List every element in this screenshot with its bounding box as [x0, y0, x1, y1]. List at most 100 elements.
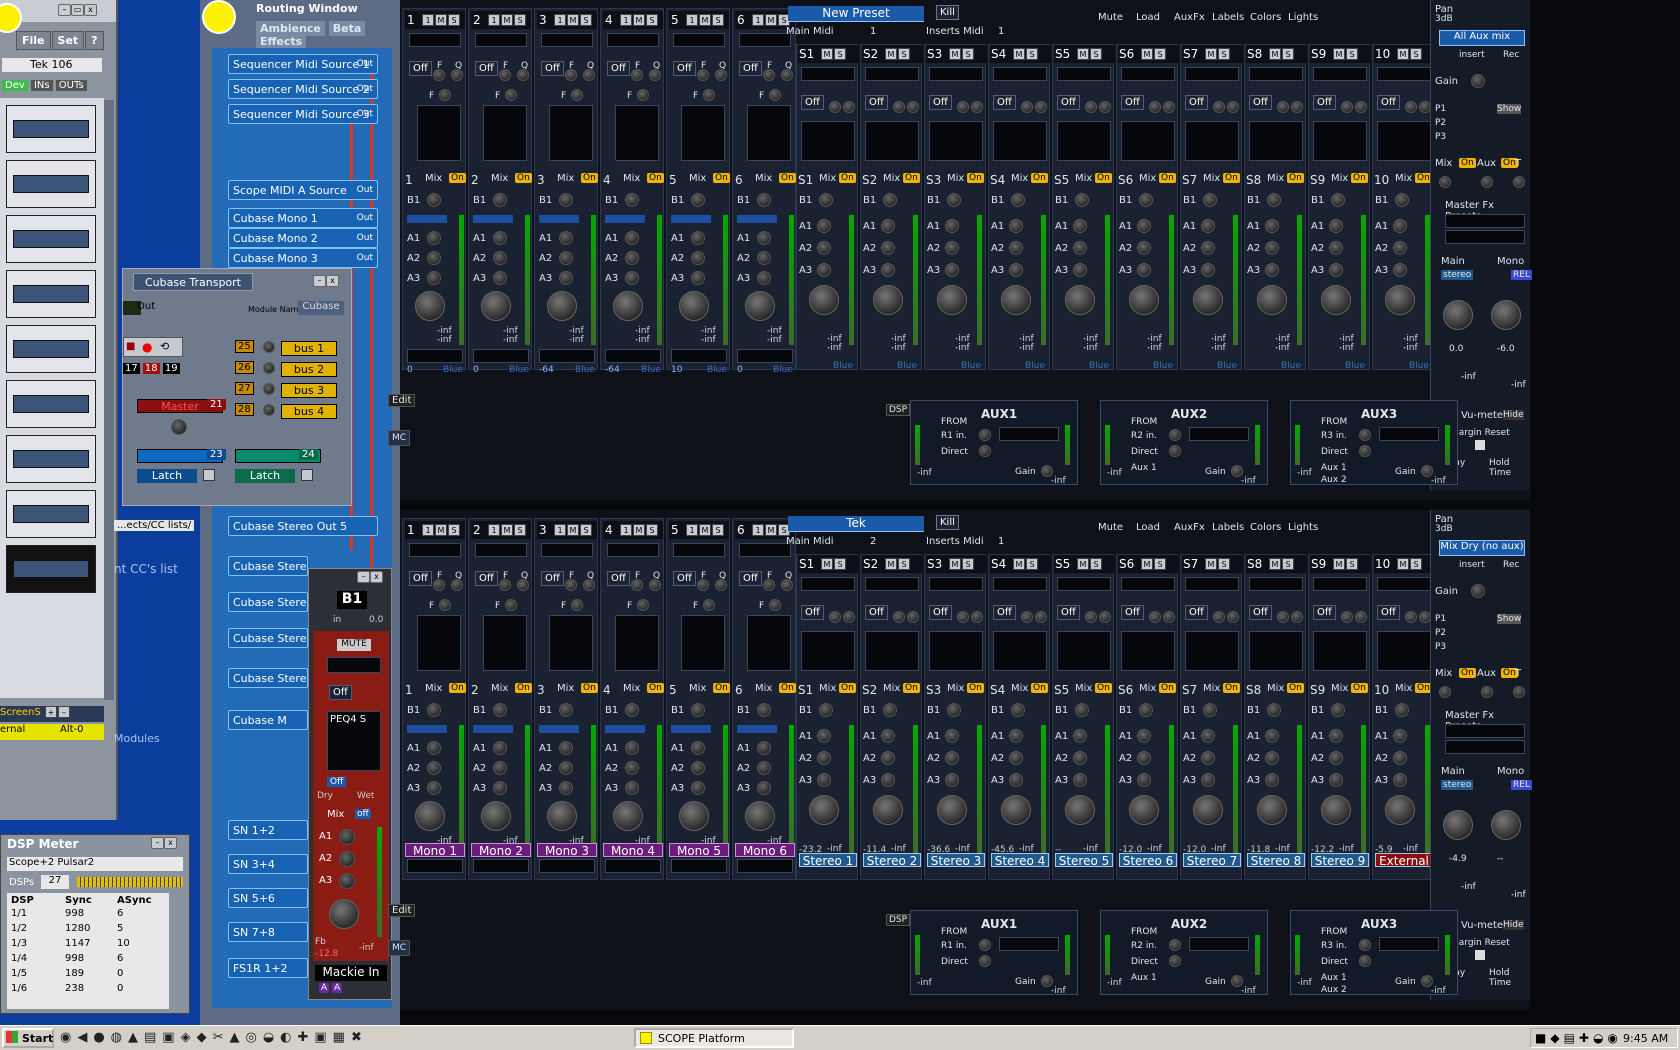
- mix-off-button[interactable]: off: [355, 809, 371, 819]
- stereo-button[interactable]: stereo: [1441, 270, 1474, 280]
- bus-row[interactable]: 28 bus 4: [235, 403, 337, 425]
- insert-slot-large[interactable]: [681, 105, 725, 161]
- insert-slot-large[interactable]: [747, 105, 791, 161]
- dsp-close-button[interactable]: x: [164, 837, 177, 849]
- filter-knob[interactable]: [703, 89, 715, 101]
- aux-knob[interactable]: [1393, 751, 1407, 765]
- aux-knob[interactable]: [493, 271, 507, 285]
- mix-on-button[interactable]: On: [449, 683, 466, 693]
- mix-on-button[interactable]: On: [967, 173, 984, 183]
- insert-slot-large[interactable]: [1313, 121, 1367, 161]
- eq-off-button[interactable]: Off: [1249, 605, 1272, 620]
- mc-button[interactable]: MC: [388, 940, 411, 956]
- insert-slot[interactable]: [1185, 67, 1239, 81]
- aux-knob[interactable]: [817, 751, 831, 765]
- aux-knob[interactable]: [1329, 263, 1343, 277]
- pan-knob[interactable]: [1193, 285, 1223, 315]
- eq-f-knob[interactable]: [1085, 101, 1097, 113]
- mini-button[interactable]: S: [712, 14, 724, 26]
- eq-q-knob[interactable]: [1355, 611, 1367, 623]
- fader-field[interactable]: [539, 859, 595, 873]
- insert-slot-large[interactable]: [929, 121, 983, 161]
- route-cubase-mono1[interactable]: Cubase Mono 1 Out: [228, 208, 378, 228]
- bus-bar[interactable]: [671, 725, 711, 733]
- bus-knob[interactable]: [691, 193, 705, 207]
- eq-off-button[interactable]: Off: [409, 571, 432, 586]
- mini-button[interactable]: 1: [752, 14, 764, 26]
- mini-button[interactable]: S: [1282, 558, 1294, 570]
- aux-slot[interactable]: [999, 937, 1059, 951]
- mix-on-button[interactable]: On: [647, 683, 664, 693]
- eq-f-knob[interactable]: [1085, 611, 1097, 623]
- aux-knob[interactable]: [427, 781, 441, 795]
- insert-slot-large[interactable]: [483, 615, 527, 671]
- eq-f-knob[interactable]: [1277, 611, 1289, 623]
- mini-button[interactable]: M: [633, 14, 645, 26]
- show-button[interactable]: Show: [1497, 614, 1522, 624]
- aux-direct-knob[interactable]: [1169, 955, 1181, 967]
- aux-knob[interactable]: [1393, 219, 1407, 233]
- kill-button[interactable]: Kill: [936, 5, 959, 20]
- insert-slot-large[interactable]: [1121, 631, 1175, 671]
- bus-knob[interactable]: [427, 703, 441, 717]
- eq-q-knob[interactable]: [781, 579, 793, 591]
- aux-knob[interactable]: [945, 263, 959, 277]
- route-stereo5[interactable]: Cubase Stereo Out 5: [228, 516, 378, 536]
- mix-knob[interactable]: [1439, 176, 1451, 188]
- menu-auxfx[interactable]: AuxFx: [1174, 522, 1205, 533]
- filter-knob[interactable]: [769, 599, 781, 611]
- insert-name[interactable]: All Aux mix: [1439, 30, 1525, 46]
- pan-knob[interactable]: [547, 291, 577, 321]
- remove-screenset-button[interactable]: –: [57, 706, 70, 718]
- mix-on-button[interactable]: On: [449, 173, 466, 183]
- aux-knob[interactable]: [427, 271, 441, 285]
- mix-on-button[interactable]: On: [581, 173, 598, 183]
- eq-off-button[interactable]: Off: [993, 95, 1016, 110]
- aux-knob[interactable]: [1481, 686, 1493, 698]
- bus-knob[interactable]: [493, 703, 507, 717]
- task-scope-platform[interactable]: SCOPE Platform: [634, 1028, 794, 1048]
- eq-q-knob[interactable]: [1227, 101, 1239, 113]
- insert-slot-large[interactable]: [1057, 631, 1111, 671]
- mini-button[interactable]: M: [633, 524, 645, 536]
- kill-button[interactable]: Kill: [936, 515, 959, 530]
- mini-button[interactable]: S: [898, 48, 910, 60]
- eq-off-button[interactable]: Off: [409, 61, 432, 76]
- eq-f-knob[interactable]: [499, 69, 511, 81]
- aux-knob[interactable]: [691, 741, 705, 755]
- insert-slot-large[interactable]: [1249, 631, 1303, 671]
- channel-name[interactable]: Stereo 6: [1119, 853, 1177, 868]
- pan-knob[interactable]: [1385, 285, 1415, 315]
- insert-slot-large[interactable]: [801, 631, 855, 671]
- device-thumb[interactable]: [6, 215, 96, 263]
- bus-knob[interactable]: [691, 703, 705, 717]
- eq-q-knob[interactable]: [715, 579, 727, 591]
- filter-knob[interactable]: [769, 89, 781, 101]
- fader-field[interactable]: [737, 349, 793, 363]
- eq-off-button[interactable]: Off: [1121, 605, 1144, 620]
- mini-button[interactable]: 1: [554, 14, 566, 26]
- eq-f-knob[interactable]: [433, 579, 445, 591]
- mini-button[interactable]: M: [949, 48, 961, 60]
- menu-mute[interactable]: Mute: [1098, 12, 1123, 23]
- bus-knob[interactable]: [263, 383, 275, 395]
- eq-q-knob[interactable]: [1291, 101, 1303, 113]
- eq-off-button[interactable]: Off: [475, 61, 498, 76]
- tab-beta[interactable]: Beta: [328, 21, 366, 36]
- quick-launch-icons[interactable]: ◉◀●◍▲▤▣◈◆✂▲◎◒◐✚▣▦✖: [60, 1030, 368, 1045]
- aux-knob[interactable]: [1201, 751, 1215, 765]
- mini-button[interactable]: S: [1218, 48, 1230, 60]
- preset-slot[interactable]: P1: [1435, 614, 1446, 624]
- route-cubase-mono2[interactable]: Cubase Mono 2 Out: [228, 228, 378, 248]
- mini-button[interactable]: M: [1141, 558, 1153, 570]
- eq-f-knob[interactable]: [1149, 611, 1161, 623]
- edit-button[interactable]: Edit: [388, 394, 416, 407]
- bus-knob[interactable]: [947, 703, 961, 717]
- channel-name[interactable]: Mono 2: [471, 843, 531, 858]
- bus-knob[interactable]: [625, 193, 639, 207]
- insert-slot[interactable]: [993, 67, 1047, 81]
- preset-name[interactable]: New Preset: [788, 6, 924, 22]
- latch-button-2[interactable]: Latch: [235, 469, 295, 483]
- insert-name[interactable]: Mix Dry (no aux): [1439, 540, 1525, 556]
- menu-lights[interactable]: Lights: [1288, 12, 1318, 23]
